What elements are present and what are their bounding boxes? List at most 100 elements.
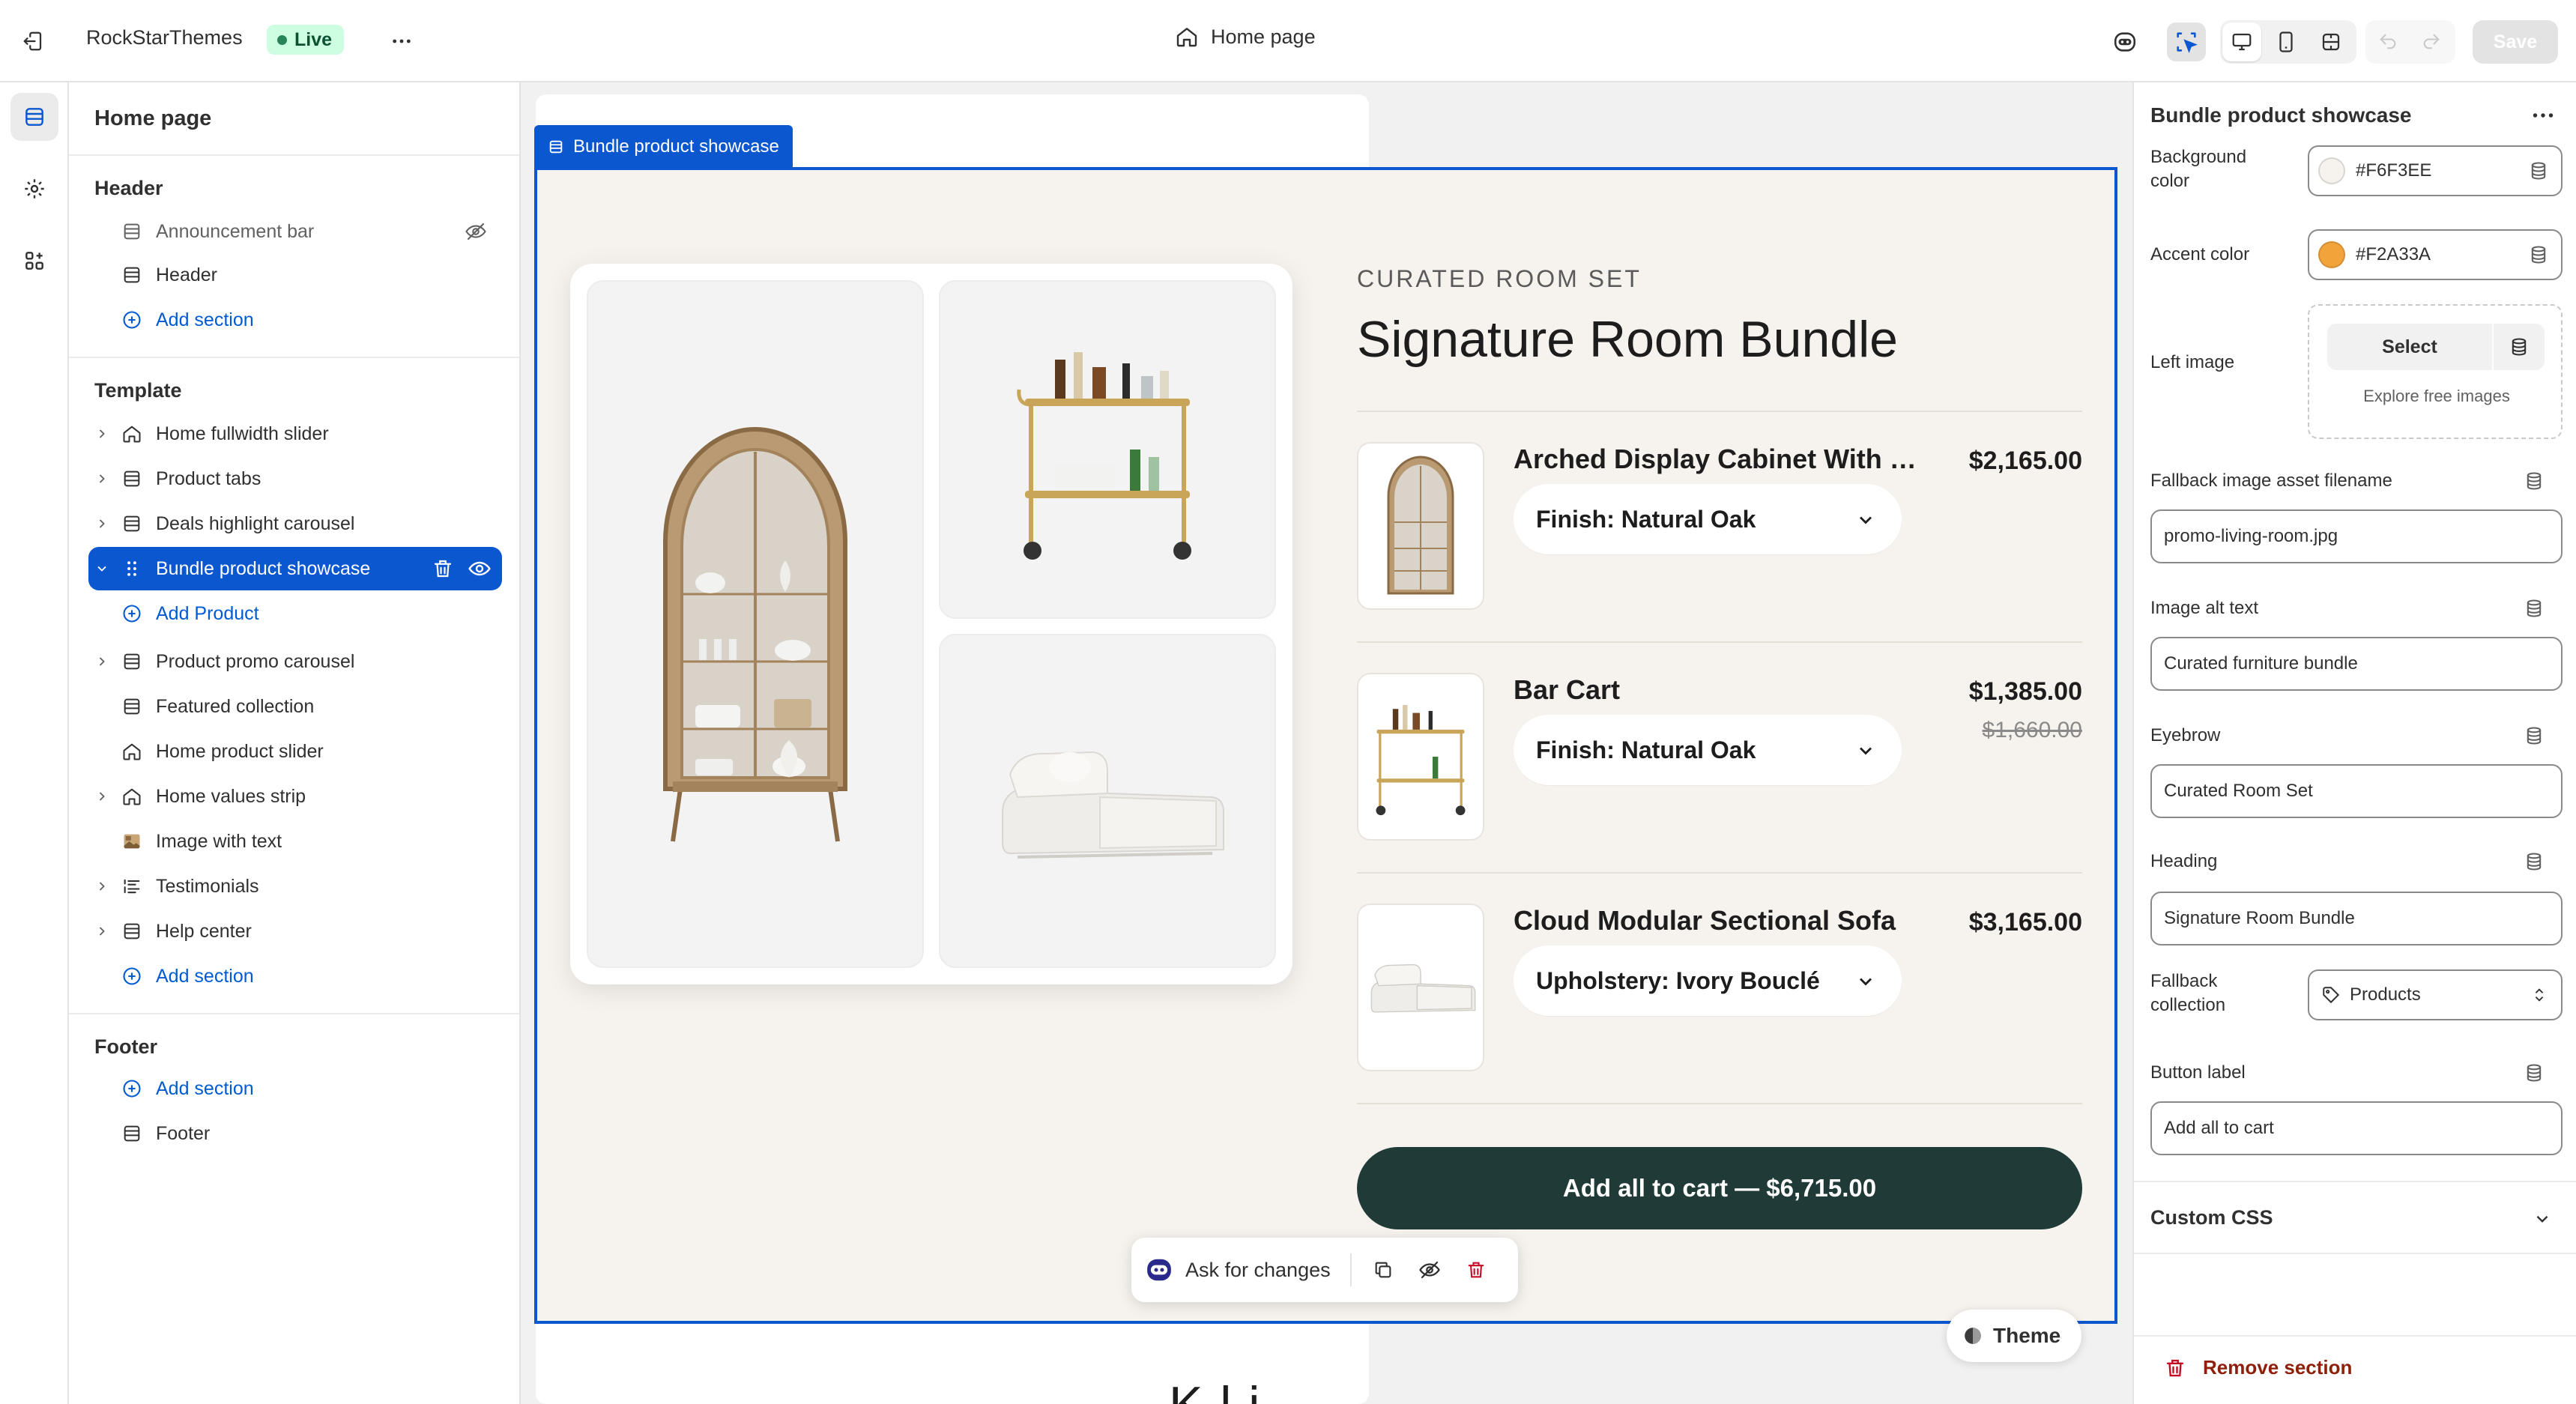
add-all-to-cart-button[interactable]: Add all to cart — $6,715.00 bbox=[1357, 1147, 2082, 1229]
input-value: Add all to cart bbox=[2164, 1118, 2274, 1138]
remove-section-button[interactable]: Remove section bbox=[2164, 1356, 2352, 1379]
chevron-right-icon[interactable] bbox=[88, 516, 115, 531]
redo-button[interactable] bbox=[2412, 22, 2451, 61]
sidebar-item-help-center[interactable]: Help center bbox=[88, 910, 502, 953]
sidebar-item-testimonials[interactable]: Testimonials bbox=[88, 865, 502, 908]
custom-css-toggle[interactable]: Custom CSS bbox=[2150, 1206, 2273, 1229]
chevron-down-icon[interactable] bbox=[88, 561, 115, 576]
database-icon[interactable] bbox=[2528, 244, 2549, 265]
product-title[interactable]: Bar Cart bbox=[1514, 674, 1933, 706]
selected-section-badge[interactable]: Bundle product showcase bbox=[534, 125, 793, 169]
fullscreen-view-button[interactable] bbox=[2312, 22, 2350, 61]
sidebar-item-label: Footer bbox=[156, 1122, 211, 1144]
undo-button[interactable] bbox=[2368, 22, 2407, 61]
live-status-badge: Live bbox=[267, 25, 345, 55]
apps-tab-button[interactable] bbox=[10, 237, 58, 285]
trash-icon[interactable] bbox=[432, 557, 454, 580]
desktop-view-button[interactable] bbox=[2222, 22, 2261, 61]
color-swatch[interactable] bbox=[2318, 241, 2345, 268]
database-icon[interactable] bbox=[2524, 1062, 2545, 1083]
variant-select[interactable]: Upholstery: Ivory Bouclé bbox=[1514, 945, 1902, 1016]
sidebar-item-bundle-product-showcase[interactable]: Bundle product showcase bbox=[88, 547, 502, 590]
section-icon bbox=[115, 651, 148, 672]
eye-off-icon[interactable] bbox=[465, 220, 487, 243]
chevron-right-icon[interactable] bbox=[88, 471, 115, 486]
fallback-filename-input[interactable]: promo-living-room.jpg bbox=[2150, 509, 2563, 563]
variant-select[interactable]: Finish: Natural Oak bbox=[1514, 715, 1902, 785]
top-bar: RockStarThemes Live Home page Save bbox=[0, 0, 2576, 82]
theme-label: Theme bbox=[1993, 1324, 2061, 1347]
eyebrow-input[interactable]: Curated Room Set bbox=[2150, 764, 2563, 818]
more-actions-button[interactable] bbox=[385, 25, 418, 58]
variant-select[interactable]: Finish: Natural Oak bbox=[1514, 484, 1902, 554]
database-icon[interactable] bbox=[2524, 725, 2545, 746]
theme-settings-button[interactable] bbox=[10, 165, 58, 213]
product-title[interactable]: Arched Display Cabinet With Rib... bbox=[1514, 444, 1933, 475]
sidebar-item-header[interactable]: Header bbox=[88, 253, 502, 297]
button-label-input[interactable]: Add all to cart bbox=[2150, 1101, 2563, 1155]
chevron-right-icon[interactable] bbox=[88, 426, 115, 441]
chevron-right-icon[interactable] bbox=[88, 924, 115, 939]
settings-more-button[interactable] bbox=[2530, 102, 2557, 129]
inspector-toggle-button[interactable] bbox=[2167, 22, 2206, 61]
product-title[interactable]: Cloud Modular Sectional Sofa bbox=[1514, 905, 1933, 936]
add-product-button[interactable]: Add Product bbox=[115, 592, 502, 635]
add-section-header-button[interactable]: Add section bbox=[88, 298, 502, 342]
product-thumbnail[interactable] bbox=[1357, 904, 1484, 1071]
fallback-collection-select[interactable]: Products bbox=[2308, 969, 2563, 1020]
apps-icon bbox=[25, 252, 43, 270]
ai-assistant-button[interactable] bbox=[2105, 22, 2144, 61]
eye-off-icon[interactable] bbox=[1412, 1252, 1448, 1288]
sidebar-item-announcement-bar[interactable]: Announcement bar bbox=[88, 210, 502, 253]
add-section-template-button[interactable]: Add section bbox=[88, 954, 502, 998]
save-button[interactable]: Save bbox=[2473, 20, 2558, 64]
database-icon[interactable] bbox=[2494, 336, 2545, 357]
divider bbox=[2134, 1181, 2576, 1182]
accent-color-field[interactable]: #F2A33A bbox=[2308, 229, 2563, 280]
database-icon[interactable] bbox=[2524, 470, 2545, 491]
explore-free-images-link[interactable]: Explore free images bbox=[2309, 387, 2564, 406]
sidebar-item-image-with-text[interactable]: Image with text bbox=[88, 820, 502, 863]
heading-input[interactable]: Signature Room Bundle bbox=[2150, 892, 2563, 945]
background-color-field[interactable]: #F6F3EE bbox=[2308, 145, 2563, 196]
chevron-right-icon[interactable] bbox=[88, 654, 115, 669]
sections-tab-button[interactable] bbox=[10, 93, 58, 141]
sidebar-item-home-product-slider[interactable]: Home product slider bbox=[88, 730, 502, 773]
alt-text-input[interactable]: Curated furniture bundle bbox=[2150, 637, 2563, 691]
page-selector[interactable]: Home page bbox=[1175, 25, 1316, 49]
section-icon bbox=[115, 264, 148, 285]
sidebar-item-featured-collection[interactable]: Featured collection bbox=[88, 685, 502, 728]
product-thumbnail[interactable] bbox=[1357, 442, 1484, 610]
drag-handle-icon[interactable] bbox=[115, 559, 148, 578]
section-icon bbox=[548, 139, 564, 155]
mobile-view-button[interactable] bbox=[2267, 22, 2306, 61]
theme-toggle-button[interactable]: Theme bbox=[1947, 1310, 2082, 1362]
select-label: Select bbox=[2382, 336, 2437, 357]
ask-for-changes-button[interactable]: Ask for changes bbox=[1185, 1259, 1331, 1282]
settings-title: Bundle product showcase bbox=[2150, 103, 2412, 127]
sidebar-item-product-tabs[interactable]: Product tabs bbox=[88, 457, 502, 500]
chevron-right-icon[interactable] bbox=[88, 879, 115, 894]
duplicate-icon[interactable] bbox=[1365, 1252, 1401, 1288]
chevron-down-icon[interactable] bbox=[2533, 1209, 2552, 1229]
eye-icon[interactable] bbox=[468, 557, 492, 581]
chevron-right-icon[interactable] bbox=[88, 789, 115, 804]
database-icon[interactable] bbox=[2524, 598, 2545, 619]
color-swatch[interactable] bbox=[2318, 157, 2345, 184]
trash-icon[interactable] bbox=[1458, 1252, 1494, 1288]
database-icon[interactable] bbox=[2528, 160, 2549, 181]
section-icon bbox=[115, 221, 148, 242]
bar-cart-image bbox=[939, 280, 1276, 619]
database-icon[interactable] bbox=[2524, 851, 2545, 872]
add-section-footer-button[interactable]: Add section bbox=[88, 1067, 502, 1110]
product-thumbnail[interactable] bbox=[1357, 673, 1484, 841]
sidebar-item-product-promo-carousel[interactable]: Product promo carousel bbox=[88, 640, 502, 683]
sidebar-item-footer[interactable]: Footer bbox=[88, 1112, 502, 1155]
sidebar-item-home-values-strip[interactable]: Home values strip bbox=[88, 775, 502, 818]
sidebar-item-home-fullwidth-slider[interactable]: Home fullwidth slider bbox=[88, 412, 502, 456]
sidebar-item-label: Deals highlight carousel bbox=[156, 512, 355, 534]
exit-icon[interactable] bbox=[16, 25, 49, 58]
sidebar-item-deals-highlight-carousel[interactable]: Deals highlight carousel bbox=[88, 502, 502, 545]
image-select-button[interactable]: Select bbox=[2327, 324, 2545, 370]
fullscreen-icon bbox=[2322, 33, 2340, 51]
